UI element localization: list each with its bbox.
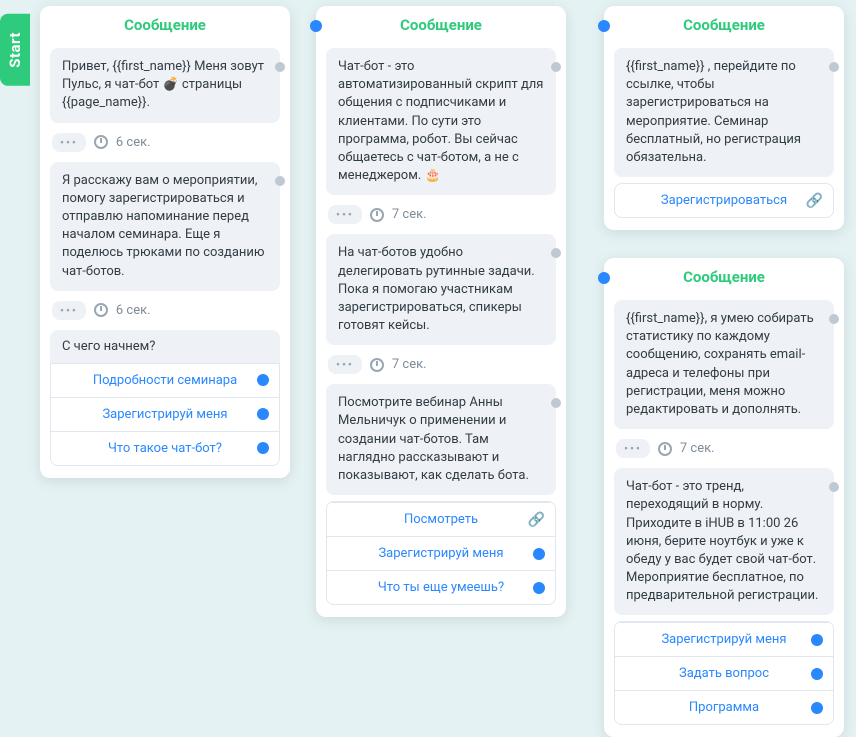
message-text[interactable]: На чат-ботов удобно делегировать рутинны… (326, 234, 556, 345)
out-port[interactable] (551, 398, 561, 408)
card-title: Сообщение (316, 6, 566, 42)
ellipsis-icon: ••• (328, 355, 362, 374)
option-button[interactable]: Зарегистрируй меня (51, 397, 279, 431)
option-button[interactable]: Посмотреть🔗 (327, 502, 555, 536)
delay-row[interactable]: •••6 сек. (50, 297, 280, 324)
card-title: Сообщение (604, 258, 844, 294)
option-button[interactable]: Зарегистрируй меня (615, 622, 833, 656)
node-message-1[interactable]: Сообщение Привет, {{first_name}} Меня зо… (40, 6, 290, 478)
ellipsis-icon: ••• (52, 133, 86, 152)
message-text[interactable]: Я расскажу вам о мероприятии, помогу зар… (50, 162, 280, 291)
node-message-2[interactable]: Сообщение Чат-бот - это автоматизированн… (316, 6, 566, 617)
message-text[interactable]: Чат-бот - это автоматизированный скрипт … (326, 48, 556, 195)
options-list: Подробности семинара Зарегистрируй меня … (50, 363, 280, 466)
option-button[interactable]: Программа (615, 690, 833, 724)
message-text[interactable]: Посмотрите вебинар Анны Мельничук о прим… (326, 384, 556, 495)
out-port[interactable] (257, 374, 269, 386)
node-message-3[interactable]: Сообщение {{first_name}} , перейдите по … (604, 6, 844, 230)
clock-icon (370, 358, 384, 372)
option-button[interactable]: Что такое чат-бот? (51, 431, 279, 465)
start-tag: Start (0, 14, 30, 86)
out-port[interactable] (275, 176, 285, 186)
flow-canvas[interactable]: Start Сообщение Привет, {{first_name}} М… (0, 0, 856, 670)
out-port[interactable] (811, 702, 823, 714)
out-port[interactable] (551, 62, 561, 72)
delay-row[interactable]: •••7 сек. (326, 201, 556, 228)
message-text[interactable]: Привет, {{first_name}} Меня зовут Пульс,… (50, 48, 280, 123)
delay-row[interactable]: •••7 сек. (614, 435, 834, 462)
out-port[interactable] (533, 548, 545, 560)
message-text[interactable]: {{first_name}} , перейдите по ссылке, чт… (614, 48, 834, 177)
out-port[interactable] (829, 482, 839, 492)
option-button[interactable]: Задать вопрос (615, 656, 833, 690)
in-port[interactable] (598, 20, 610, 32)
link-icon: 🔗 (528, 512, 545, 528)
link-icon: 🔗 (806, 193, 823, 209)
option-button[interactable]: Что ты еще умеешь? (327, 570, 555, 604)
ellipsis-icon: ••• (328, 205, 362, 224)
out-port[interactable] (811, 634, 823, 646)
out-port[interactable] (829, 314, 839, 324)
delay-row[interactable]: •••7 сек. (326, 351, 556, 378)
out-port[interactable] (533, 582, 545, 594)
question-text[interactable]: С чего начнем? (50, 330, 280, 363)
out-port[interactable] (257, 442, 269, 454)
in-port[interactable] (598, 272, 610, 284)
out-port[interactable] (257, 408, 269, 420)
in-port[interactable] (310, 20, 322, 32)
delay-row[interactable]: •••6 сек. (50, 129, 280, 156)
option-button[interactable]: Подробности семинара (51, 363, 279, 397)
clock-icon (94, 135, 108, 149)
message-text[interactable]: Чат-бот - это тренд, переходящий в норму… (614, 468, 834, 615)
out-port[interactable] (551, 248, 561, 258)
clock-icon (94, 303, 108, 317)
options-list: Зарегистрируй меня Задать вопрос Програм… (614, 621, 834, 725)
message-text[interactable]: {{first_name}}, я умею собирать статисти… (614, 300, 834, 429)
option-button[interactable]: Зарегистрируй меня (327, 536, 555, 570)
clock-icon (370, 208, 384, 222)
ellipsis-icon: ••• (616, 439, 650, 458)
link-button[interactable]: Зарегистрироваться🔗 (614, 183, 834, 218)
clock-icon (658, 442, 672, 456)
ellipsis-icon: ••• (52, 301, 86, 320)
options-list: Посмотреть🔗 Зарегистрируй меня Что ты ещ… (326, 501, 556, 605)
card-title: Сообщение (604, 6, 844, 42)
out-port[interactable] (275, 62, 285, 72)
out-port[interactable] (829, 62, 839, 72)
card-title: Сообщение (40, 6, 290, 42)
node-message-4[interactable]: Сообщение {{first_name}}, я умею собират… (604, 258, 844, 737)
